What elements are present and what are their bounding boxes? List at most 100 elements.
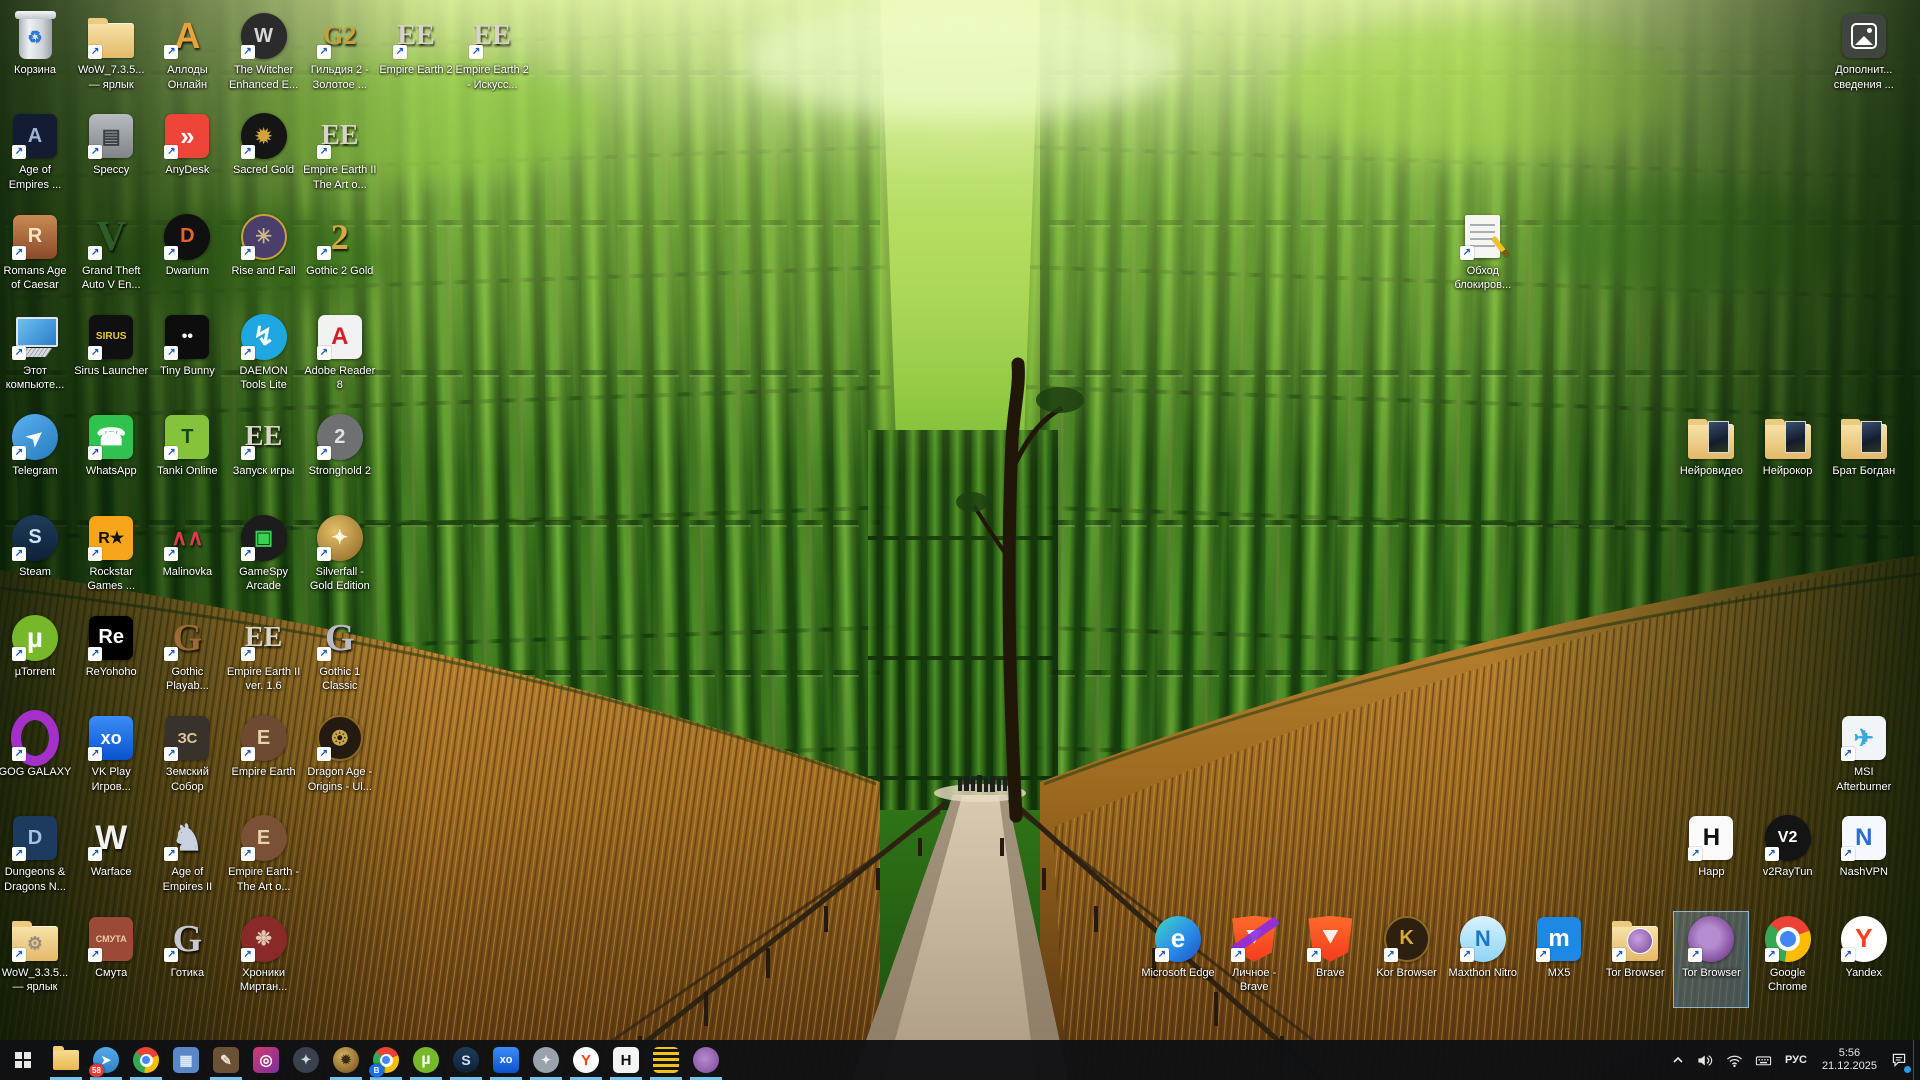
running-indicator [90, 1077, 122, 1080]
taskbar-app-app-grid[interactable]: ▦ [166, 1040, 206, 1080]
desktop-icon-nashvpn[interactable]: N↗NashVPN [1826, 810, 1902, 907]
desktop-icon-empire-earth-art[interactable]: E↗Empire Earth - The Art o... [226, 810, 302, 907]
desktop-icon-google-chrome[interactable]: ↗Google Chrome [1750, 911, 1826, 1008]
desktop-icon-guild2-gold[interactable]: G2↗Гильдия 2 - Золотое ... [302, 8, 378, 105]
desktop-icon-telegram[interactable]: ➤↗Telegram [0, 409, 73, 506]
desktop-icon-mx5[interactable]: m↗MX5 [1521, 911, 1597, 1008]
desktop-icon-witcher-enhanced[interactable]: W↗The Witcher Enhanced E... [226, 8, 302, 105]
desktop-icon-label: Maxthon Nitro [1449, 966, 1517, 981]
taskbar-app-utorrent[interactable]: µ [406, 1040, 446, 1080]
taskbar-app-app-grey[interactable]: ✦ [526, 1040, 566, 1080]
desktop-icon-brave-personal[interactable]: ↗Личное - Brave [1216, 911, 1292, 1008]
desktop-icon-obhod-blokirovok[interactable]: ↗Обход блокиров... [1445, 209, 1521, 306]
desktop-icon-msi-afterburner[interactable]: ✈↗MSI Afterburner [1826, 710, 1902, 807]
desktop-icon-wow-335-shortcut[interactable]: ⚙↗WoW_3.3.5... — ярлык [0, 911, 73, 1008]
desktop-icon-gamespy-arcade[interactable]: ▣↗GameSpy Arcade [226, 510, 302, 607]
desktop-icon-dragon-age-origins[interactable]: ❂↗Dragon Age - Origins - Ul... [302, 710, 378, 807]
desktop-icon-tiny-bunny[interactable]: ••↗Tiny Bunny [149, 309, 225, 406]
desktop-icon-hroniki-mirtany[interactable]: ❉↗Хроники Миртан... [226, 911, 302, 1008]
desktop-icon-sirus-launcher[interactable]: SIRUS↗Sirus Launcher [73, 309, 149, 406]
desktop-icon-gta-v[interactable]: V↗Grand Theft Auto V En... [73, 209, 149, 306]
desktop-icon-zapusk-igry[interactable]: EE↗Запуск игры [226, 409, 302, 506]
taskbar-app-file-explorer[interactable] [46, 1040, 86, 1080]
desktop-icon-smuta[interactable]: СМУТА↗Смута [73, 911, 149, 1008]
desktop-icon-gothic-playable[interactable]: G↗Gothic Playab... [149, 610, 225, 707]
desktop-icon-speccy[interactable]: ▤↗Speccy [73, 108, 149, 205]
desktop-icon-zemsky-sobor[interactable]: ЗС↗Земский Собор [149, 710, 225, 807]
desktop-icon-steam[interactable]: S↗Steam [0, 510, 73, 607]
taskbar-app-app-dark-circle[interactable]: ✦ [286, 1040, 326, 1080]
desktop-icon-anydesk[interactable]: »↗AnyDesk [149, 108, 225, 205]
desktop-icon-maxthon-nitro[interactable]: N↗Maxthon Nitro [1445, 911, 1521, 1008]
taskbar-app-app-bronze[interactable]: ✹ [326, 1040, 366, 1080]
desktop-icon-tanki-online[interactable]: T↗Tanki Online [149, 409, 225, 506]
desktop-icon-wow-735-shortcut[interactable]: ↗WoW_7.3.5... — ярлык [73, 8, 149, 105]
tray-overflow-chevron-icon[interactable] [1665, 1040, 1691, 1080]
desktop-icon-silverfall-gold[interactable]: ✦↗Silverfall - Gold Edition [302, 510, 378, 607]
taskbar-app-chrome[interactable] [126, 1040, 166, 1080]
taskbar-app-app-feather[interactable]: ✎ [206, 1040, 246, 1080]
desktop-icon-gotika[interactable]: G↗Готика [149, 911, 225, 1008]
desktop-icon-additional-info[interactable]: Дополнит... сведения ... [1826, 8, 1902, 105]
desktop-icon-label: Empire Earth II The Art o... [303, 163, 377, 192]
desktop-icon-kor-browser[interactable]: K↗Kor Browser [1369, 911, 1445, 1008]
language-indicator[interactable]: РУС [1778, 1040, 1814, 1080]
taskbar-app-chrome-profile-b[interactable]: B [366, 1040, 406, 1080]
desktop-icon-dungeons-dragons[interactable]: D↗Dungeons & Dragons N... [0, 810, 73, 907]
desktop-icon-age-of-empires[interactable]: A↗Age of Empires ... [0, 108, 73, 205]
taskbar-app-telegram[interactable]: ➤58 [86, 1040, 126, 1080]
desktop-icon-reyohoho[interactable]: Re↗ReYohoho [73, 610, 149, 707]
desktop-icon-rise-and-fall[interactable]: ✳↗Rise and Fall [226, 209, 302, 306]
desktop-icon-neurokor[interactable]: Нейрокор [1750, 409, 1826, 506]
network-wifi-icon[interactable] [1720, 1040, 1749, 1080]
desktop-icon-whatsapp[interactable]: ☎↗WhatsApp [73, 409, 149, 506]
desktop-icon-recycle-bin[interactable]: ♻Корзина [0, 8, 73, 105]
desktop-icon-malinovka[interactable]: ∧∧↗Malinovka [149, 510, 225, 607]
desktop-icon-warface[interactable]: W↗Warface [73, 810, 149, 907]
taskbar-app-app-camera[interactable]: ◎ [246, 1040, 286, 1080]
desktop-icon-yandex[interactable]: Y↗Yandex [1826, 911, 1902, 1008]
taskbar-app-lock-app[interactable] [646, 1040, 686, 1080]
desktop-icon-brat-bogdan[interactable]: Брат Богдан [1826, 409, 1902, 506]
action-center-icon[interactable] [1885, 1040, 1913, 1080]
desktop-icon-v2raytun[interactable]: V2↗v2RayTun [1750, 810, 1826, 907]
show-desktop-button[interactable] [1913, 1040, 1920, 1080]
desktop-icon-empire-earth-2-iskusstvo[interactable]: EE↗Empire Earth 2 - Искусс... [454, 8, 530, 105]
desktop-icon-happ[interactable]: H↗Happ [1673, 810, 1749, 907]
desktop-icon-rockstar-games[interactable]: R★↗Rockstar Games ... [73, 510, 149, 607]
desktop-icon-empire-earth-2-aos[interactable]: EE↗Empire Earth II The Art o... [302, 108, 378, 205]
desktop-icon-empire-earth[interactable]: E↗Empire Earth [226, 710, 302, 807]
desktop-icon-romans-age-of-caesar[interactable]: R↗Romans Age of Caesar [0, 209, 73, 306]
desktop-icon-gothic-2-gold[interactable]: 2↗Gothic 2 Gold [302, 209, 378, 306]
taskbar-app-steam[interactable]: S [446, 1040, 486, 1080]
desktop-icon-dwarium[interactable]: D↗Dwarium [149, 209, 225, 306]
desktop-icon-tor-browser[interactable]: ↗Tor Browser [1673, 911, 1749, 1008]
keyboard-input-icon[interactable] [1749, 1040, 1778, 1080]
volume-icon[interactable] [1691, 1040, 1720, 1080]
desktop-icon-utorrent[interactable]: µ↗µTorrent [0, 610, 73, 707]
desktop-icon-sacred-gold[interactable]: ✹↗Sacred Gold [226, 108, 302, 205]
desktop-icon-label: Sacred Gold [233, 163, 294, 178]
taskbar-app-yandex-browser[interactable]: Y [566, 1040, 606, 1080]
desktop-icon-vk-play[interactable]: xo↗VK Play Игров... [73, 710, 149, 807]
taskbar-app-tor[interactable] [686, 1040, 726, 1080]
desktop-icon-adobe-reader-8[interactable]: A↗Adobe Reader 8 [302, 309, 378, 406]
taskbar-app-happ[interactable]: H [606, 1040, 646, 1080]
desktop-icon-empire-earth-2[interactable]: EE↗Empire Earth 2 [378, 8, 454, 105]
desktop-icon-allody-online[interactable]: A↗Аллоды Онлайн [149, 8, 225, 105]
desktop-icon-brave[interactable]: ↗Brave [1292, 911, 1368, 1008]
taskbar-app-vk-play[interactable]: xo [486, 1040, 526, 1080]
desktop-icon-microsoft-edge[interactable]: e↗Microsoft Edge [1140, 911, 1216, 1008]
desktop-icon-stronghold-2[interactable]: 2↗Stronghold 2 [302, 409, 378, 506]
desktop-icon-empire-earth-2-v16[interactable]: EE↗Empire Earth II ver. 1.6 [226, 610, 302, 707]
desktop-icon-age-of-empires-2[interactable]: ♞↗Age of Empires II [149, 810, 225, 907]
desktop-icon-neurovideo[interactable]: Нейровидео [1673, 409, 1749, 506]
desktop-icon-daemon-tools-lite[interactable]: ↯↗DAEMON Tools Lite [226, 309, 302, 406]
taskbar-clock[interactable]: 5:56 21.12.2025 [1814, 1040, 1885, 1080]
desktop-icon-tor-browser-folder[interactable]: ↗Tor Browser [1597, 911, 1673, 1008]
start-button[interactable] [0, 1040, 46, 1080]
hroniki-mirtany-icon: ❉↗ [240, 915, 288, 963]
desktop-icon-this-pc[interactable]: ↗Этот компьюте... [0, 309, 73, 406]
desktop-icon-gothic-1-classic[interactable]: G↗Gothic 1 Classic [302, 610, 378, 707]
desktop-icon-gog-galaxy[interactable]: ↗GOG GALAXY [0, 710, 73, 807]
